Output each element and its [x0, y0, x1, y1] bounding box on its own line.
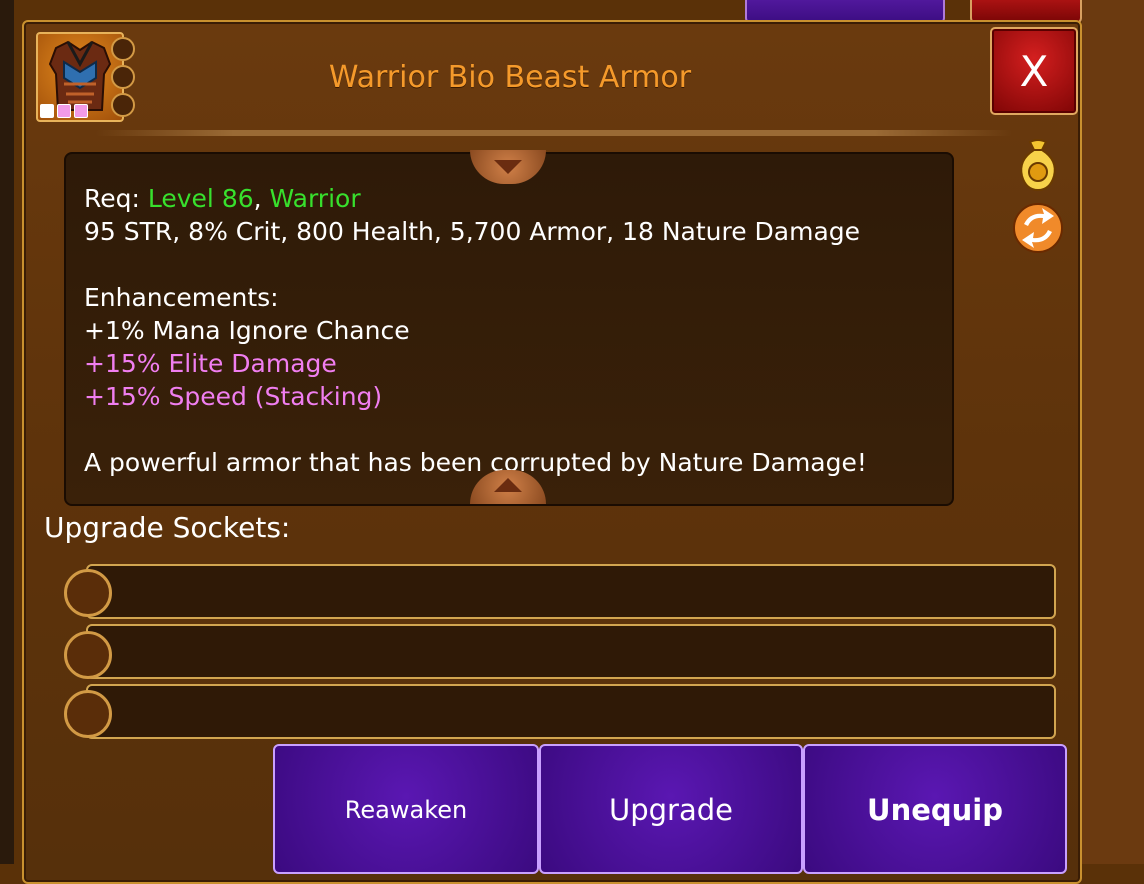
side-icons — [1012, 138, 1064, 254]
upgrade-socket-slot[interactable] — [86, 684, 1056, 739]
enhancement-line: +1% Mana Ignore Chance — [84, 316, 410, 345]
upgrade-label: Upgrade — [609, 793, 733, 827]
rarity-dot — [40, 104, 54, 118]
requirement-line: Req: Level 86, Warrior — [84, 182, 944, 215]
requirement-class: Warrior — [269, 184, 361, 213]
enhancements-title: Enhancements: — [84, 283, 279, 312]
upgrade-socket-slot[interactable] — [86, 564, 1056, 619]
item-title: Warrior Bio Beast Armor — [328, 60, 692, 95]
background-left-edge — [0, 0, 14, 864]
stats-line: 95 STR, 8% Crit, 800 Health, 5,700 Armor… — [84, 217, 861, 246]
reawaken-label: Reawaken — [344, 796, 468, 824]
socket-circle-icon — [64, 631, 112, 679]
unequip-label: Unequip — [867, 793, 1003, 827]
close-icon: X — [1019, 46, 1049, 96]
upgrade-button[interactable]: Upgrade — [539, 744, 803, 874]
arrow-up-icon — [494, 478, 522, 492]
upgrade-sockets-label: Upgrade Sockets: — [44, 511, 291, 544]
icon-socket — [111, 37, 135, 61]
requirement-separator: , — [253, 184, 270, 213]
upgrade-socket-slot[interactable] — [86, 624, 1056, 679]
requirement-level: Level 86 — [147, 184, 254, 213]
rarity-dot — [57, 104, 71, 118]
title-divider — [96, 130, 1012, 136]
requirement-prefix: Req: — [84, 184, 148, 213]
close-button[interactable]: X — [990, 27, 1078, 115]
socket-circle-icon — [64, 569, 112, 617]
icon-socket — [111, 93, 135, 117]
description-text: Req: Level 86, Warrior 95 STR, 8% Crit, … — [84, 182, 944, 476]
background-right-edge — [1082, 0, 1144, 864]
enhancement-line: +15% Elite Damage — [84, 349, 337, 378]
arrow-down-icon — [494, 160, 522, 174]
reawaken-button[interactable]: Reawaken — [273, 744, 539, 874]
swap-icon[interactable] — [1012, 202, 1064, 254]
socket-circle-icon — [64, 690, 112, 738]
unequip-button[interactable]: Unequip — [803, 744, 1067, 874]
gold-bag-icon[interactable] — [1016, 138, 1060, 192]
enhancement-line: +15% Speed (Stacking) — [84, 382, 383, 411]
item-icon-sockets — [111, 37, 135, 117]
rarity-dot — [74, 104, 88, 118]
rarity-dots — [40, 104, 88, 118]
icon-socket — [111, 65, 135, 89]
